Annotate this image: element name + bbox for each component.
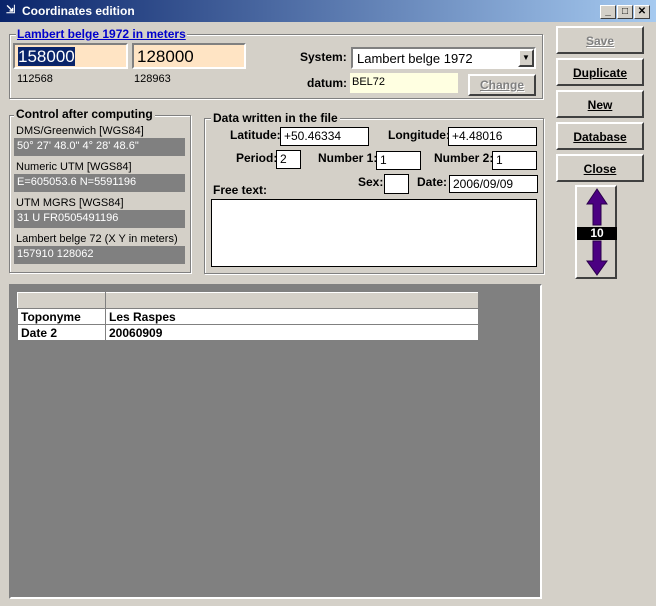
maximize-button[interactable]: □ bbox=[617, 5, 633, 19]
x-sub-value: 112568 bbox=[17, 73, 53, 85]
grid-header-cell bbox=[105, 292, 479, 309]
control-label-utm: Numeric UTM [WGS84] bbox=[16, 161, 132, 173]
change-button[interactable]: Change bbox=[468, 74, 536, 96]
number2-label: Number 2: bbox=[434, 151, 494, 165]
system-select-value: Lambert belge 1972 bbox=[357, 51, 473, 66]
control-value-mgrs: 31 U FR0505491196 bbox=[14, 210, 185, 228]
system-select[interactable]: Lambert belge 1972 ▼ bbox=[351, 47, 536, 69]
grid-field-cell[interactable]: Toponyme bbox=[17, 308, 106, 325]
projection-header[interactable]: Lambert belge 1972 in meters bbox=[16, 27, 187, 41]
x-coordinate-value: 158000 bbox=[18, 47, 75, 66]
number2-input[interactable]: 1 bbox=[492, 151, 537, 170]
grid-value-cell[interactable]: Les Raspes bbox=[105, 308, 479, 325]
duplicate-button[interactable]: Duplicate bbox=[556, 58, 644, 86]
close-button[interactable]: Close bbox=[556, 154, 644, 182]
control-value-dms: 50° 27' 48.0" 4° 28' 48.6" bbox=[14, 138, 185, 156]
latitude-input[interactable]: +50.46334 bbox=[280, 127, 369, 146]
number1-input[interactable]: 1 bbox=[376, 151, 421, 170]
control-value-utm: E=605053.6 N=5591196 bbox=[14, 174, 185, 192]
control-label-dms: DMS/Greenwich [WGS84] bbox=[16, 125, 144, 137]
free-text-label: Free text: bbox=[213, 183, 268, 197]
table-row[interactable]: Toponyme Les Raspes bbox=[17, 308, 479, 325]
chevron-down-icon[interactable]: ▼ bbox=[518, 49, 534, 67]
grid-value-cell[interactable]: 20060909 bbox=[105, 324, 479, 341]
datum-label: datum: bbox=[307, 76, 347, 90]
control-label-mgrs: UTM MGRS [WGS84] bbox=[16, 197, 124, 209]
database-button[interactable]: Database bbox=[556, 122, 644, 150]
up-arrow-icon[interactable] bbox=[586, 188, 608, 226]
period-input[interactable]: 2 bbox=[276, 150, 301, 169]
data-grid-table: Toponyme Les Raspes Date 2 20060909 bbox=[17, 292, 479, 341]
close-window-button[interactable]: ✕ bbox=[634, 5, 650, 19]
app-icon: ⇲ bbox=[6, 4, 16, 16]
x-coordinate-input[interactable]: 158000 bbox=[13, 43, 128, 69]
grid-header-cell bbox=[17, 292, 106, 309]
free-text-area[interactable] bbox=[211, 199, 537, 267]
control-label-lambert: Lambert belge 72 (X Y in meters) bbox=[16, 233, 178, 245]
control-value-lambert: 157910 128062 bbox=[14, 246, 185, 264]
date-input[interactable]: 2006/09/09 bbox=[449, 175, 538, 193]
minimize-button[interactable]: _ bbox=[600, 5, 616, 19]
save-button[interactable]: Save bbox=[556, 26, 644, 54]
y-coordinate-input[interactable]: 128000 bbox=[132, 43, 246, 69]
longitude-label: Longitude: bbox=[388, 128, 450, 142]
data-grid[interactable]: Toponyme Les Raspes Date 2 20060909 bbox=[9, 284, 542, 599]
period-label: Period: bbox=[236, 151, 278, 165]
latitude-label: Latitude: bbox=[230, 128, 281, 142]
datum-field: BEL72 bbox=[350, 73, 458, 93]
data-file-group-title: Data written in the file bbox=[211, 111, 340, 125]
control-group-title: Control after computing bbox=[14, 107, 155, 121]
record-number: 10 bbox=[577, 227, 617, 240]
grid-header-row bbox=[17, 292, 479, 309]
date-label: Date: bbox=[417, 175, 448, 189]
down-arrow-icon[interactable] bbox=[586, 240, 608, 276]
system-label: System: bbox=[300, 50, 347, 64]
number1-label: Number 1: bbox=[318, 151, 378, 165]
window-title: Coordinates edition bbox=[22, 4, 135, 18]
longitude-input[interactable]: +4.48016 bbox=[448, 127, 537, 146]
sex-input[interactable] bbox=[384, 174, 409, 194]
grid-field-cell[interactable]: Date 2 bbox=[17, 324, 106, 341]
table-row[interactable]: Date 2 20060909 bbox=[17, 324, 479, 341]
y-sub-value: 128963 bbox=[134, 73, 171, 85]
new-button[interactable]: New bbox=[556, 90, 644, 118]
sex-label: Sex: bbox=[358, 175, 384, 189]
